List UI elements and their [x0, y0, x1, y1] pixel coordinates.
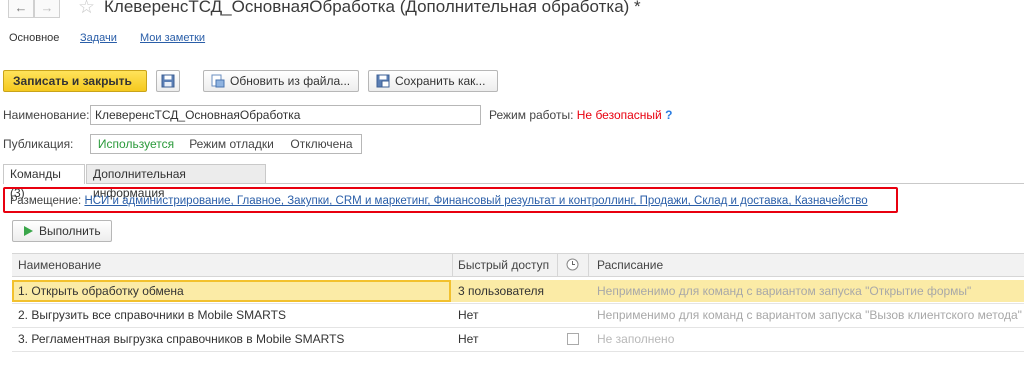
tab-divider	[266, 183, 1024, 184]
column-header-name[interactable]: Наименование	[18, 255, 101, 275]
row-divider	[12, 303, 1024, 304]
publication-option-disabled[interactable]: Отключена	[282, 134, 362, 154]
tab-commands[interactable]: Команды (3)	[3, 164, 85, 200]
mode-value[interactable]: Не безопасный	[577, 108, 662, 122]
column-divider	[452, 253, 453, 277]
save-and-close-button[interactable]: Записать и закрыть	[3, 70, 147, 92]
execute-label: Выполнить	[39, 224, 101, 238]
publication-option-used[interactable]: Используется	[90, 134, 182, 154]
clock-icon[interactable]	[566, 258, 579, 271]
mode-label-text: Режим работы:	[489, 108, 574, 122]
save-as-button[interactable]: Сохранить как...	[368, 70, 498, 92]
row-3-schedule-checkbox[interactable]	[567, 333, 579, 345]
mode-label: Режим работы: Не безопасный ?	[489, 108, 672, 122]
column-divider	[588, 253, 589, 277]
play-icon	[24, 226, 33, 236]
publication-option-debug[interactable]: Режим отладки	[181, 134, 283, 154]
star-icon[interactable]: ☆	[78, 0, 95, 19]
placement-row: Размещение: НСИ и администрирование, Гла…	[10, 195, 868, 207]
back-button[interactable]: ←	[8, 0, 34, 18]
save-button[interactable]	[156, 70, 180, 92]
help-icon[interactable]: ?	[665, 108, 672, 122]
row-1-name[interactable]: 1. Открыть обработку обмена	[18, 281, 184, 301]
row-2-name[interactable]: 2. Выгрузить все справочники в Mobile SM…	[18, 305, 286, 325]
row-divider	[12, 351, 1024, 352]
tab-my-notes[interactable]: Мои заметки	[140, 32, 205, 44]
floppy-disk-icon	[161, 74, 175, 88]
row-2-schedule[interactable]: Неприменимо для команд с вариантом запус…	[597, 305, 1022, 325]
row-divider	[12, 327, 1024, 328]
forward-button[interactable]: →	[34, 0, 60, 18]
arrow-left-icon: ←	[14, 0, 28, 15]
placement-label: Размещение:	[10, 195, 82, 207]
row-2-access[interactable]: Нет	[458, 305, 478, 325]
column-header-quick-access[interactable]: Быстрый доступ	[458, 255, 549, 275]
tab-additional-info[interactable]: Дополнительная информация	[86, 164, 266, 200]
update-from-file-button[interactable]: Обновить из файла...	[203, 70, 359, 92]
placement-link[interactable]: НСИ и администрирование, Главное, Закупк…	[84, 195, 867, 207]
update-from-file-icon	[211, 74, 225, 88]
row-3-name[interactable]: 3. Регламентная выгрузка справочников в …	[18, 329, 344, 349]
column-header-schedule[interactable]: Расписание	[597, 255, 663, 275]
tab-main[interactable]: Основное	[9, 32, 59, 44]
row-1-schedule[interactable]: Неприменимо для команд с вариантом запус…	[597, 281, 971, 301]
row-3-schedule[interactable]: Не заполнено	[597, 329, 674, 349]
column-divider	[557, 253, 558, 277]
save-as-icon	[376, 74, 390, 88]
save-as-label: Сохранить как...	[395, 74, 486, 88]
arrow-right-icon: →	[40, 0, 54, 15]
tab-tasks[interactable]: Задачи	[80, 32, 117, 44]
execute-button[interactable]: Выполнить	[12, 220, 112, 242]
update-from-file-label: Обновить из файла...	[230, 74, 351, 88]
row-1-access[interactable]: 3 пользователя	[458, 281, 544, 301]
publication-label: Публикация:	[3, 137, 74, 151]
window-title: КлеверенсТСД_ОсновнаяОбработка (Дополнит…	[104, 0, 641, 16]
name-input[interactable]: КлеверенсТСД_ОсновнаяОбработка	[90, 105, 481, 125]
row-3-access[interactable]: Нет	[458, 329, 478, 349]
name-label: Наименование:	[3, 108, 90, 122]
